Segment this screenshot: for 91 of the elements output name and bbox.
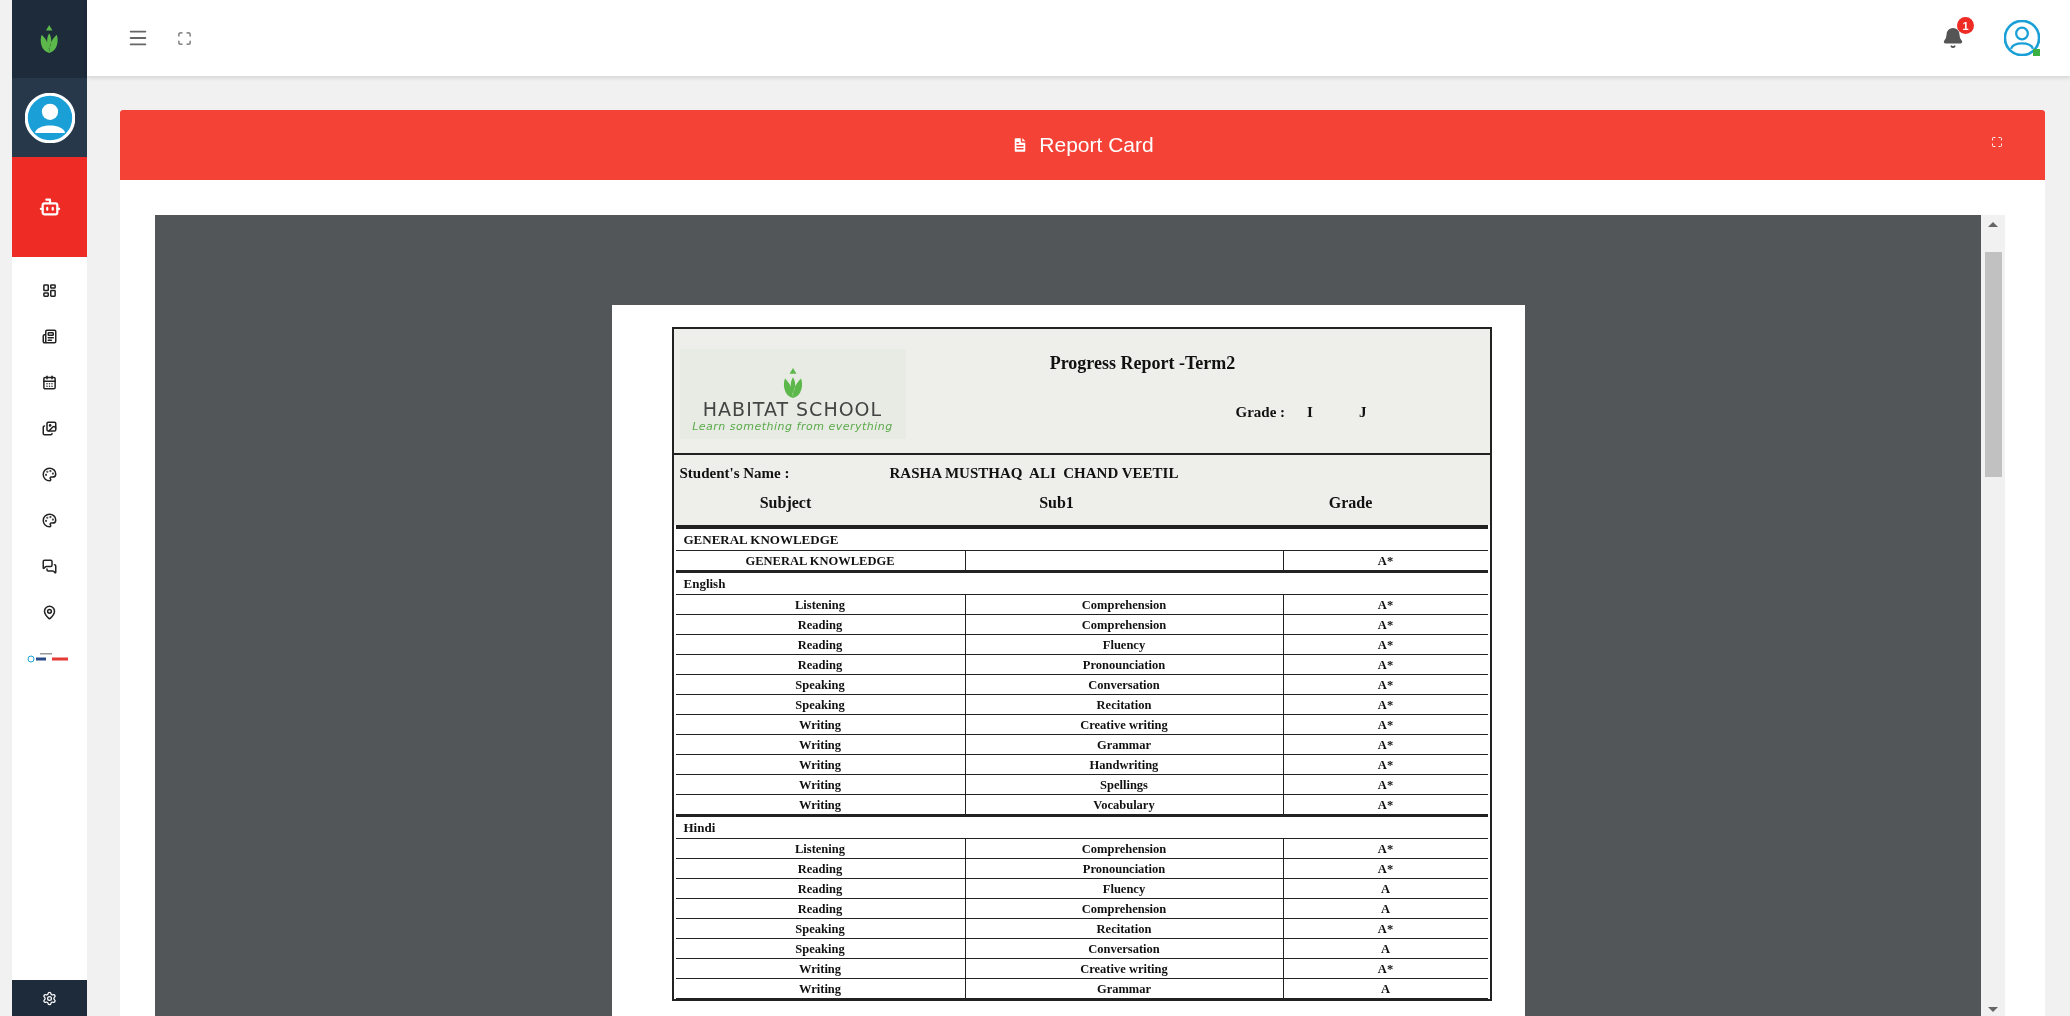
table-cell: Reading (797, 902, 843, 917)
table-cell: A* (1377, 658, 1394, 673)
table-cell: A* (1377, 738, 1394, 753)
table-cell: Listening (795, 598, 845, 613)
table-cell: A* (1377, 842, 1394, 857)
palette-icon (42, 466, 57, 482)
table-cell: A* (1377, 554, 1394, 569)
table-cell: Speaking (795, 678, 845, 693)
table-cell: A (1381, 902, 1390, 917)
table-cell: Listening (795, 842, 845, 857)
card-title: Report Card (1039, 133, 1154, 157)
table-cell: Recitation (1096, 698, 1152, 713)
table-cell: Writing (798, 758, 842, 773)
table-cell: Creative writing (1080, 962, 1168, 977)
table-cell: Fluency (1102, 882, 1146, 897)
school-name: HABITAT SCHOOL (702, 398, 883, 420)
table-cell: Writing (798, 778, 842, 793)
online-status-icon (2033, 49, 2040, 56)
map-pin-icon (42, 604, 57, 620)
table-cell: Speaking (795, 942, 845, 957)
table-cell: Conversation (1088, 678, 1160, 693)
table-cell: Pronounciation (1082, 862, 1166, 877)
table-cell: A* (1377, 698, 1394, 713)
table-cell: Writing (798, 962, 842, 977)
grade-value: I (1307, 404, 1314, 421)
table-cell: A* (1377, 718, 1394, 733)
table-cell: A* (1377, 962, 1394, 977)
table-cell: Comprehension (1081, 618, 1167, 633)
table-cell: GENERAL KNOWLEDGE (745, 554, 895, 569)
column-header: Grade (1327, 494, 1374, 512)
section-heading: Hindi (675, 815, 1488, 839)
table-cell: Pronounciation (1082, 658, 1166, 673)
column-header: Subject (758, 494, 813, 512)
notification-badge: 1 (1957, 17, 1974, 34)
section-value: J (1359, 404, 1368, 421)
leaf-logo-icon (38, 25, 61, 53)
table-cell: Spellings (1100, 778, 1148, 793)
calendar-icon (42, 374, 57, 390)
table-cell: Writing (798, 982, 842, 997)
chat-icon (42, 558, 57, 574)
table-cell: A* (1377, 862, 1394, 877)
table-cell: Conversation (1088, 942, 1160, 957)
table-cell: A* (1377, 638, 1394, 653)
table-cell: Speaking (795, 698, 845, 713)
school-tagline: Learn something from everything (692, 420, 893, 433)
table-cell: A* (1377, 922, 1394, 937)
table-cell: Reading (797, 658, 843, 673)
table-cell: A* (1377, 618, 1394, 633)
images-icon (42, 420, 57, 436)
table-cell: Grammar (1096, 982, 1152, 997)
table-cell: A* (1377, 758, 1394, 773)
table-cell: Creative writing (1080, 718, 1168, 733)
table-cell: A (1381, 882, 1390, 897)
table-cell: Writing (798, 798, 842, 813)
table-cell: Reading (797, 618, 843, 633)
newspaper-icon (42, 328, 57, 344)
table-cell: A (1381, 982, 1390, 997)
table-cell: A* (1377, 778, 1394, 793)
table-cell: A* (1377, 678, 1394, 693)
table-cell: A (1381, 942, 1390, 957)
table-cell: Comprehension (1081, 598, 1167, 613)
expand-button[interactable] (1989, 134, 2005, 150)
settings-icon[interactable] (42, 990, 57, 1006)
table-cell: A* (1377, 798, 1394, 813)
dashboard-icon (42, 282, 57, 298)
fullscreen-icon[interactable] (177, 30, 192, 46)
table-cell: Speaking (795, 922, 845, 937)
bell-icon[interactable] (1942, 27, 1964, 49)
grade-label: Grade : (1235, 404, 1286, 421)
table-cell: Writing (798, 718, 842, 733)
scrollbar[interactable] (1981, 215, 2005, 1016)
table-cell: Handwriting (1089, 758, 1159, 773)
table-cell: Fluency (1102, 638, 1146, 653)
table-cell: Recitation (1096, 922, 1152, 937)
table-cell: A* (1377, 598, 1394, 613)
robot-icon (38, 196, 61, 218)
table-cell: Reading (797, 882, 843, 897)
column-header: Sub1 (1038, 494, 1075, 512)
table-cell: Reading (797, 862, 843, 877)
table-cell: Comprehension (1081, 902, 1167, 917)
table-cell: Vocabulary (1093, 798, 1155, 813)
palette-icon (42, 512, 57, 528)
table-cell: Comprehension (1081, 842, 1167, 857)
section-heading: GENERAL KNOWLEDGE (675, 527, 1488, 551)
table-cell: Grammar (1096, 738, 1152, 753)
table-cell: Writing (798, 738, 842, 753)
section-heading: English (675, 571, 1488, 595)
student-name: RASHA MUSTHAQ ALI CHAND VEETIL (889, 465, 1179, 482)
student-name-label: Student's Name : (679, 465, 791, 482)
report-title: Progress Report -Term2 (1048, 353, 1237, 374)
table-cell: Reading (797, 638, 843, 653)
